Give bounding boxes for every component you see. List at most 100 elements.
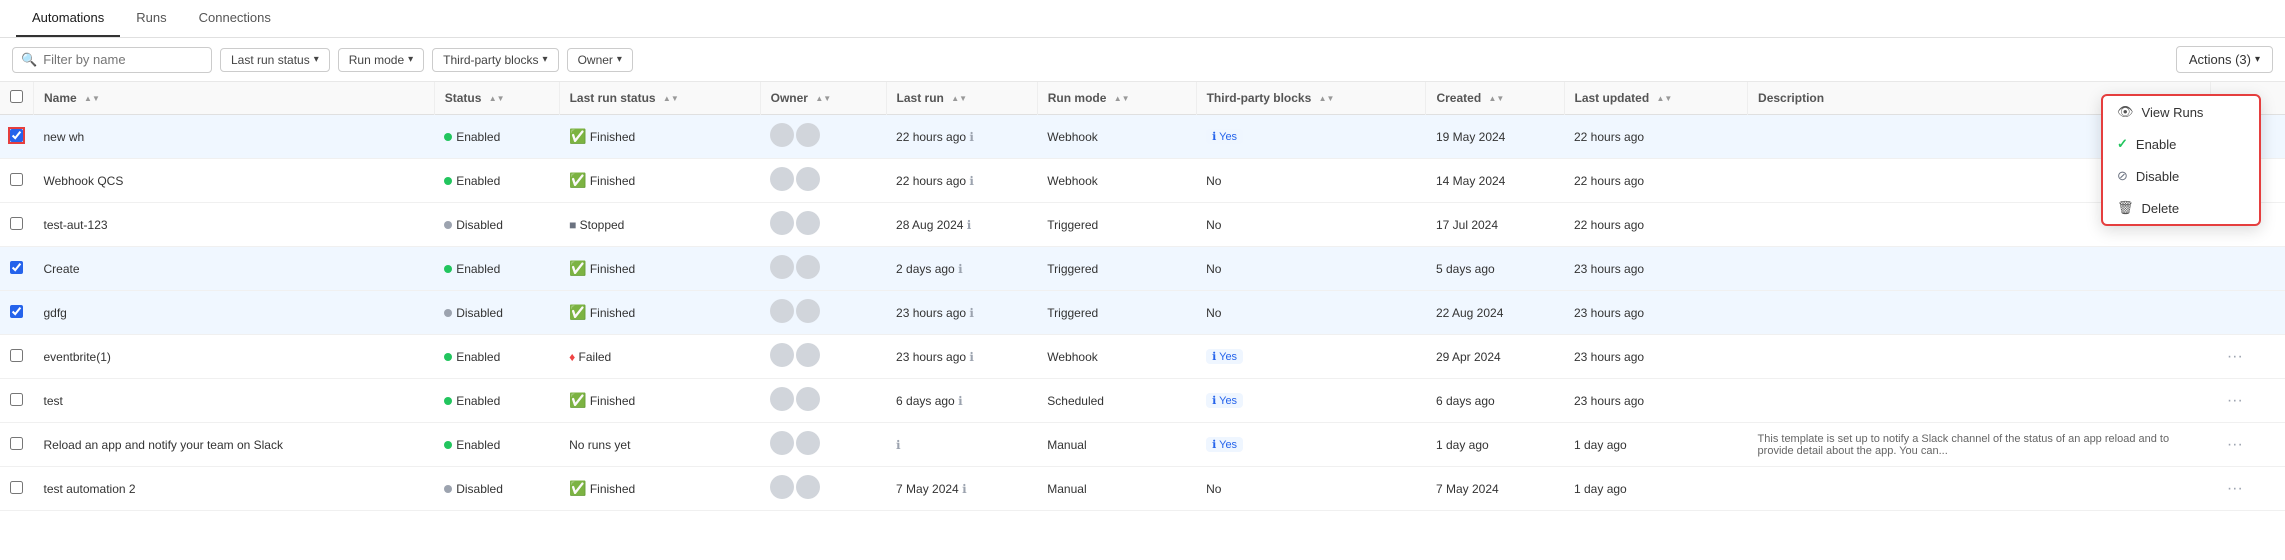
row-checkbox-cell[interactable]	[0, 423, 34, 467]
sort-icon[interactable]: ▲▼	[489, 94, 505, 103]
info-icon[interactable]: ℹ	[958, 262, 963, 276]
actions-button[interactable]: Actions (3) ▾	[2176, 46, 2273, 73]
row-checkbox-cell[interactable]	[0, 115, 34, 159]
avatar	[796, 431, 820, 455]
row-name: Webhook QCS	[34, 159, 435, 203]
col-created: Created ▲▼	[1426, 82, 1564, 115]
col-run-mode: Run mode ▲▼	[1037, 82, 1196, 115]
row-created: 29 Apr 2024	[1426, 335, 1564, 379]
row-last-run: 6 days ago ℹ	[886, 379, 1037, 423]
row-run-mode: Webhook	[1037, 335, 1196, 379]
row-owner	[760, 335, 886, 379]
row-checkbox-cell[interactable]	[0, 159, 34, 203]
avatar	[796, 475, 820, 499]
filter-owner[interactable]: Owner ▾	[567, 48, 633, 72]
row-checkbox-cell[interactable]	[0, 379, 34, 423]
row-last-run: 7 May 2024 ℹ	[886, 467, 1037, 511]
row-checkbox[interactable]	[10, 349, 23, 362]
sort-icon[interactable]: ▲▼	[951, 94, 967, 103]
sort-icon[interactable]: ▲▼	[815, 94, 831, 103]
row-actions-cell[interactable]: ···	[2211, 423, 2285, 467]
row-checkbox[interactable]	[10, 481, 23, 494]
tab-automations[interactable]: Automations	[16, 0, 120, 37]
row-checkbox-cell[interactable]	[0, 467, 34, 511]
info-icon[interactable]: ℹ	[969, 174, 974, 188]
row-checkbox-cell[interactable]	[0, 335, 34, 379]
row-actions-cell[interactable]	[2211, 247, 2285, 291]
col-last-run: Last run ▲▼	[886, 82, 1037, 115]
search-input[interactable]	[43, 52, 203, 67]
row-checkbox[interactable]	[10, 129, 23, 142]
avatar	[770, 387, 794, 411]
row-actions-cell[interactable]: ···	[2211, 335, 2285, 379]
row-checkbox-cell[interactable]	[0, 247, 34, 291]
select-all-checkbox[interactable]	[10, 90, 23, 103]
row-ellipsis-button[interactable]: ···	[2221, 434, 2249, 456]
row-status: Disabled	[434, 203, 559, 247]
info-icon[interactable]: ℹ	[969, 350, 974, 364]
sort-icon[interactable]: ▲▼	[84, 94, 100, 103]
sort-icon[interactable]: ▲▼	[1489, 94, 1505, 103]
tab-runs[interactable]: Runs	[120, 0, 182, 37]
row-checkbox[interactable]	[10, 173, 23, 186]
row-checkbox[interactable]	[10, 437, 23, 450]
row-third-party-blocks: ℹ Yes	[1196, 423, 1426, 467]
filter-third-party-blocks[interactable]: Third-party blocks ▾	[432, 48, 558, 72]
row-status: Disabled	[434, 467, 559, 511]
finished-icon: ✅	[569, 392, 586, 408]
sort-icon[interactable]: ▲▼	[663, 94, 679, 103]
info-icon[interactable]: ℹ	[958, 394, 963, 408]
tab-connections[interactable]: Connections	[183, 0, 287, 37]
row-checkbox[interactable]	[10, 393, 23, 406]
sort-icon[interactable]: ▲▼	[1319, 94, 1335, 103]
info-icon[interactable]: ℹ	[969, 130, 974, 144]
info-icon[interactable]: ℹ	[962, 482, 967, 496]
stopped-icon: ■	[569, 218, 576, 232]
failed-icon: ♦	[569, 350, 575, 364]
avatar	[796, 387, 820, 411]
table-row: testEnabled✅ Finished6 days ago ℹSchedul…	[0, 379, 2285, 423]
sort-icon[interactable]: ▲▼	[1114, 94, 1130, 103]
yes-badge: ℹ Yes	[1206, 129, 1243, 144]
row-checkbox[interactable]	[10, 305, 23, 318]
row-description: This template is set up to notify a Slac…	[1748, 423, 2211, 467]
filter-last-run-status[interactable]: Last run status ▾	[220, 48, 330, 72]
info-icon[interactable]: ℹ	[969, 306, 974, 320]
status-dot	[444, 309, 452, 317]
row-status: Enabled	[434, 115, 559, 159]
info-icon[interactable]: ℹ	[967, 218, 972, 232]
row-checkbox[interactable]	[10, 261, 23, 274]
dropdown-view-runs[interactable]: 👁 View Runs	[2103, 96, 2259, 128]
sort-icon[interactable]: ▲▼	[1657, 94, 1673, 103]
row-ellipsis-button[interactable]: ···	[2221, 390, 2249, 412]
row-third-party-blocks: ℹ Yes	[1196, 115, 1426, 159]
row-run-mode: Webhook	[1037, 159, 1196, 203]
status-text: Disabled	[456, 218, 503, 232]
search-box[interactable]: 🔍	[12, 47, 212, 73]
status-text: Enabled	[456, 174, 500, 188]
avatar	[796, 123, 820, 147]
dropdown-disable[interactable]: ⊘ Disable	[2103, 160, 2259, 192]
toolbar: 🔍 Last run status ▾ Run mode ▾ Third-par…	[0, 38, 2285, 82]
finished-icon: ✅	[569, 304, 586, 320]
row-ellipsis-button[interactable]: ···	[2221, 346, 2249, 368]
row-last-updated: 23 hours ago	[1564, 291, 1748, 335]
row-actions-cell[interactable]: ···	[2211, 379, 2285, 423]
avatar	[796, 255, 820, 279]
select-all-header[interactable]	[0, 82, 34, 115]
row-status: Enabled	[434, 247, 559, 291]
row-checkbox[interactable]	[10, 217, 23, 230]
row-actions-cell[interactable]	[2211, 291, 2285, 335]
filter-run-mode[interactable]: Run mode ▾	[338, 48, 424, 72]
actions-dropdown: 👁 View Runs ✓ Enable ⊘ Disable 🗑 Delete	[2101, 94, 2261, 226]
row-checkbox-cell[interactable]	[0, 291, 34, 335]
row-last-updated: 23 hours ago	[1564, 335, 1748, 379]
row-checkbox-cell[interactable]	[0, 203, 34, 247]
info-icon[interactable]: ℹ	[896, 438, 901, 452]
dropdown-delete[interactable]: 🗑 Delete	[2103, 192, 2259, 224]
row-owner	[760, 291, 886, 335]
row-ellipsis-button[interactable]: ···	[2221, 478, 2249, 500]
row-actions-cell[interactable]: ···	[2211, 467, 2285, 511]
row-last-run-status: ■ Stopped	[559, 203, 760, 247]
dropdown-enable[interactable]: ✓ Enable	[2103, 128, 2259, 160]
